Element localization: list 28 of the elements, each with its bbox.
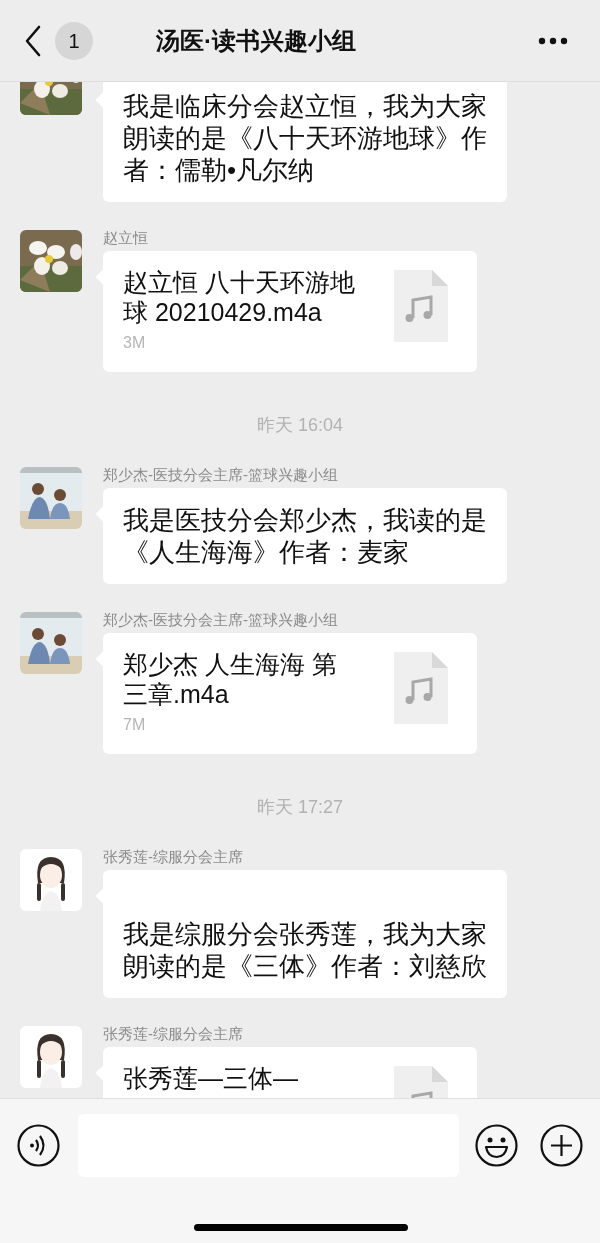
add-button[interactable] [540, 1123, 583, 1167]
timestamp: 昨天 16:04 [256, 413, 343, 437]
message-text: 我是临床分会赵立恒，我为大家朗读的是《八十天环游地球》作者：儒勒•凡尔纳 [123, 90, 487, 186]
message-text: 我是医技分会郑少杰，我读的是《人生海海》作者：麦家 [123, 504, 487, 568]
voice-button[interactable] [17, 1123, 60, 1167]
smiley-icon [475, 1123, 518, 1167]
file-name: 郑少杰 人生海海 第三章.m4a [123, 649, 338, 709]
file-size: 7M [123, 715, 147, 735]
chat-title: 汤医·读书兴趣小组 [156, 25, 356, 56]
sender-name: 张秀莲-综服分会主席 [103, 1024, 243, 1044]
voice-icon [17, 1123, 60, 1167]
file-name: 张秀莲—三体— [123, 1063, 299, 1093]
audio-file-icon [394, 270, 448, 342]
more-icon [538, 36, 568, 45]
audio-file-icon [394, 652, 448, 724]
sender-name: 赵立恒 [103, 228, 148, 248]
back-icon [24, 24, 42, 57]
timestamp: 昨天 17:27 [256, 795, 343, 819]
file-size: 3M [123, 333, 147, 353]
message-text: 我是综服分会张秀莲，我为大家朗读的是《三体》作者：刘慈欣 [123, 918, 487, 982]
unread-badge: 1 [55, 21, 93, 60]
file-name: 赵立恒 八十天环游地球 20210429.m4a [123, 267, 356, 327]
sender-name: 张秀莲-综服分会主席 [103, 847, 243, 867]
sender-name: 郑少杰-医技分会主席-篮球兴趣小组 [103, 610, 338, 630]
emoji-button[interactable] [475, 1123, 518, 1167]
sender-name: 郑少杰-医技分会主席-篮球兴趣小组 [103, 465, 338, 485]
more-button[interactable] [538, 35, 570, 46]
plus-icon [540, 1123, 583, 1167]
